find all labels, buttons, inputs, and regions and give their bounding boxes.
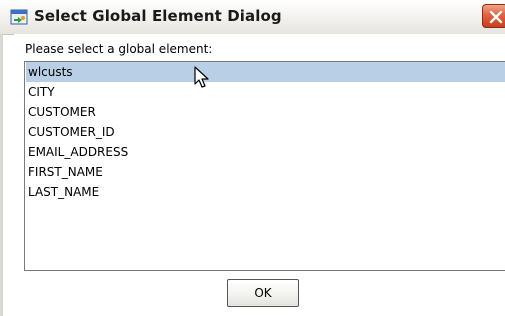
- list-item-first-name[interactable]: FIRST_NAME: [26, 162, 505, 182]
- list-item-last-name[interactable]: LAST_NAME: [26, 182, 505, 202]
- list-item-customer-id[interactable]: CUSTOMER_ID: [26, 122, 505, 142]
- global-element-list[interactable]: wlcusts CITY CUSTOMER CUSTOMER_ID EMAIL_…: [24, 61, 505, 271]
- title-bar[interactable]: Select Global Element Dialog: [0, 0, 505, 35]
- close-icon: [489, 10, 503, 24]
- list-item-email-address[interactable]: EMAIL_ADDRESS: [26, 142, 505, 162]
- prompt-label: Please select a global element:: [25, 42, 213, 56]
- window-frame: [0, 34, 3, 316]
- ok-button[interactable]: OK: [227, 279, 299, 307]
- select-global-element-dialog: Select Global Element Dialog Please sele…: [0, 0, 505, 316]
- list-item-city[interactable]: CITY: [26, 82, 505, 102]
- list-item-customer[interactable]: CUSTOMER: [26, 102, 505, 122]
- mouse-pointer-icon: [194, 66, 210, 94]
- dialog-title: Select Global Element Dialog: [34, 7, 282, 25]
- close-button[interactable]: [482, 4, 505, 28]
- list-item-wlcusts[interactable]: wlcusts: [26, 62, 505, 82]
- dialog-app-icon: [10, 8, 28, 26]
